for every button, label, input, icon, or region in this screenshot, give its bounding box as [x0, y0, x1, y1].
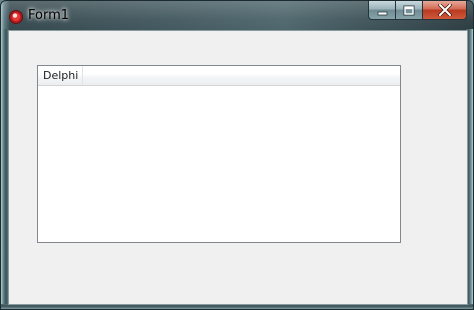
caption-buttons — [368, 1, 467, 21]
minimize-icon — [377, 1, 388, 20]
form-window: Form1 Delphi — [0, 0, 474, 310]
minimize-button[interactable] — [368, 1, 395, 20]
list-view[interactable]: Delphi 7 — [37, 65, 401, 243]
close-button[interactable] — [422, 1, 467, 20]
column-header-delphi-7[interactable]: Delphi 7 — [38, 66, 83, 85]
close-icon — [437, 1, 452, 20]
window-frame-left — [1, 29, 8, 309]
list-view-header: Delphi 7 — [38, 66, 400, 86]
window-title: Form1 — [28, 8, 70, 23]
app-icon[interactable] — [9, 9, 23, 24]
maximize-icon — [403, 1, 415, 20]
form-client-area: Delphi 7 — [8, 30, 468, 305]
maximize-button[interactable] — [395, 1, 422, 20]
